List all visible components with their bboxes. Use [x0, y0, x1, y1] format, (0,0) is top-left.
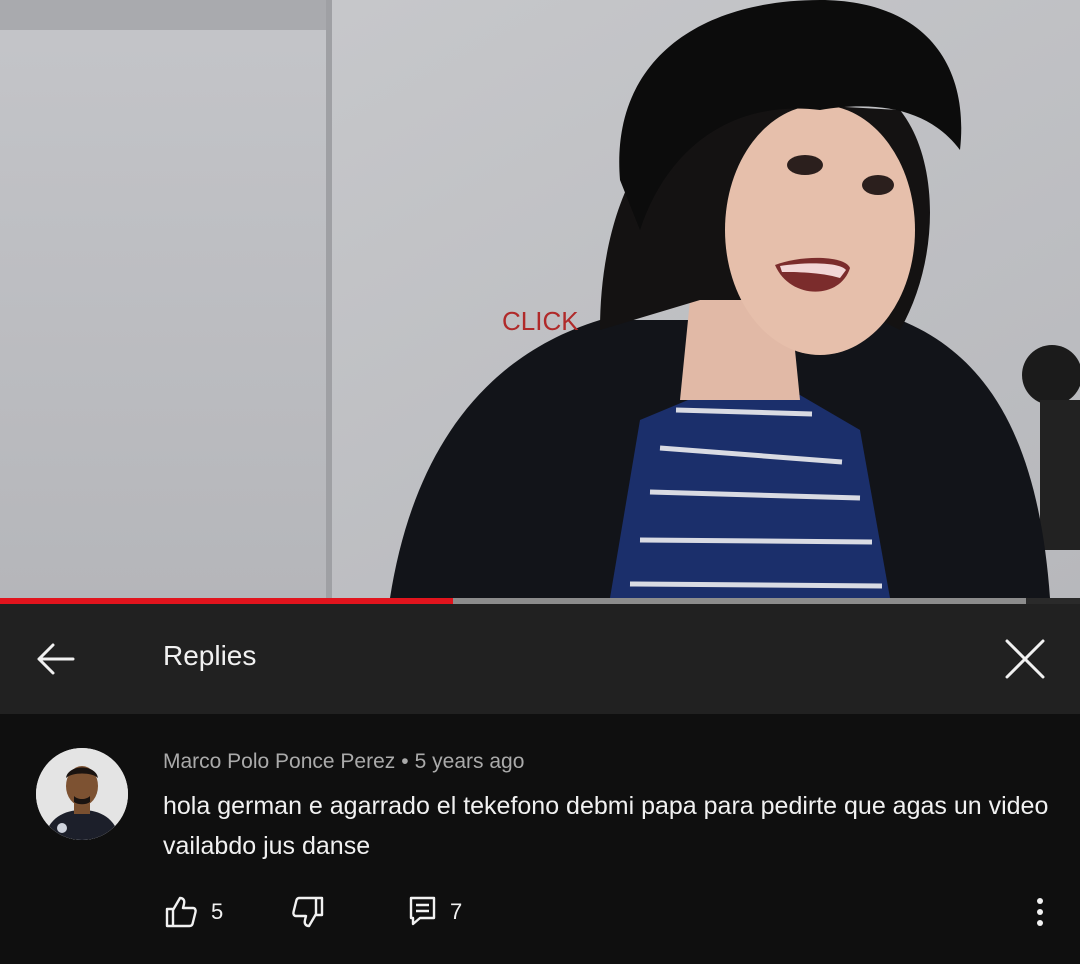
avatar-image	[36, 748, 128, 840]
comment-item: Marco Polo Ponce Perez • 5 years ago hola …	[0, 714, 1080, 964]
svg-text:CLICK: CLICK	[502, 306, 579, 336]
close-button[interactable]	[990, 624, 1060, 694]
video-frame: CLICK	[0, 0, 1080, 598]
reply-button[interactable]: 7	[408, 894, 462, 930]
comment-icon	[409, 896, 436, 926]
close-icon	[1005, 639, 1045, 679]
comment-author[interactable]: Marco Polo Ponce Perez	[163, 750, 395, 773]
comment-text: hola german e agarrado el tekefono debmi…	[163, 792, 1049, 860]
reply-count: 7	[450, 899, 463, 924]
comment-time: 5 years ago	[414, 750, 525, 773]
like-button[interactable]: 5	[163, 894, 223, 930]
more-vertical-icon	[1037, 898, 1043, 926]
video-player[interactable]: CLICK	[0, 0, 1080, 598]
avatar[interactable]	[36, 748, 128, 840]
meta-separator: •	[401, 750, 409, 773]
back-button[interactable]	[22, 626, 88, 692]
more-options-button[interactable]	[1022, 894, 1058, 930]
arrow-left-icon	[37, 643, 75, 675]
comment-meta: Marco Polo Ponce Perez • 5 years ago	[163, 750, 524, 774]
comment-actions: 5 7	[0, 894, 1080, 930]
like-count: 5	[211, 899, 224, 924]
dislike-button[interactable]	[290, 894, 326, 930]
page-title: Replies	[163, 640, 257, 671]
thumb-up-icon	[165, 896, 197, 928]
thumb-down-icon	[292, 896, 324, 928]
replies-header: Replies	[0, 604, 1080, 714]
